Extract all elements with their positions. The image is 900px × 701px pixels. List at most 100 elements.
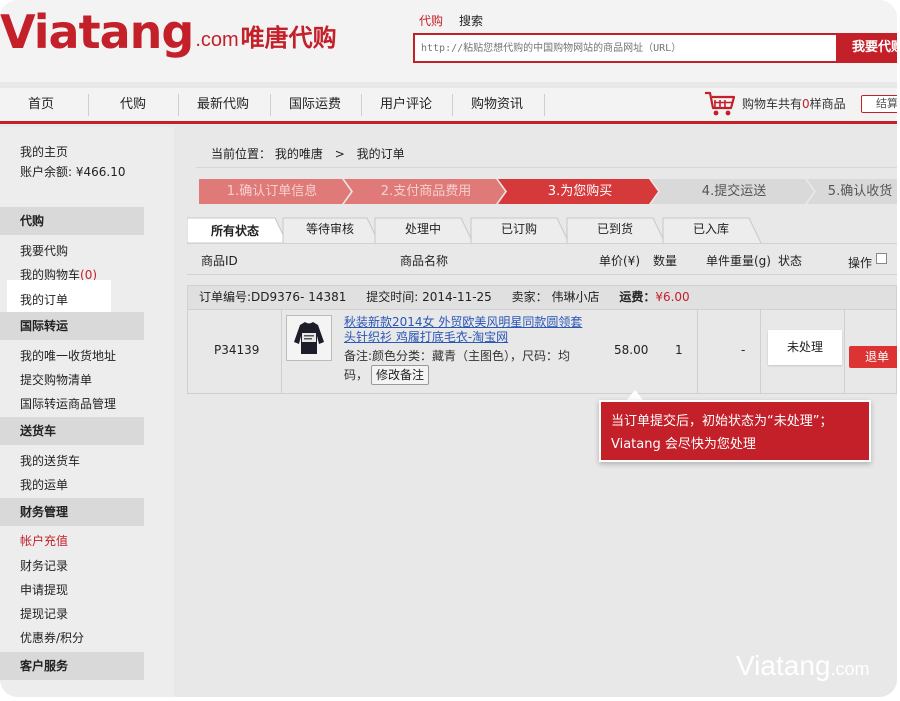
edit-note-button[interactable]: 修改备注 <box>371 365 430 385</box>
unit-weight: - <box>741 343 746 357</box>
logo-chinese-name: 唯唐代购 <box>240 24 337 52</box>
url-input[interactable] <box>415 35 836 61</box>
breadcrumb-item[interactable]: 我的唯唐 <box>275 147 323 161</box>
nav-divider <box>544 94 545 116</box>
shipping-fee: ¥6.00 <box>655 290 690 304</box>
step-pay: 2.支付商品费用 <box>380 184 472 199</box>
sidebar-item-my-waybills[interactable]: 我的运单 <box>20 476 68 493</box>
nav-item-shipping[interactable]: 国际运费 <box>282 88 348 121</box>
product-title-link[interactable]: 秋装新款2014女 外贸欧美风明星同款圆领套头针织衫 鸡履打底毛衣-淘宝网 <box>344 315 584 345</box>
watermark-logo: Viatang.com <box>736 650 869 682</box>
search-mode-tabs: 代购 搜索 <box>419 12 483 29</box>
cart-suffix: 样商品 <box>809 97 846 111</box>
search-tab-search[interactable]: 搜索 <box>459 12 483 29</box>
callout-line-1: 当订单提交后，初始状态为“未处理”； <box>611 414 833 429</box>
nav-item-reviews[interactable]: 用户评论 <box>373 88 439 121</box>
nav-item-news[interactable]: 购物资讯 <box>464 88 530 121</box>
nav-item-daigou[interactable]: 代购 <box>104 88 162 121</box>
sidebar-item-want-daigou[interactable]: 我要代购 <box>20 242 68 259</box>
breadcrumb-separator: > <box>334 147 345 161</box>
sidebar-section-daigou: 代购 <box>0 207 144 235</box>
site-header: Viatang .com 唯唐代购 代购 搜索 我要代购 <box>0 0 897 82</box>
sidebar-item-coupons[interactable]: 优惠券/积分 <box>20 629 84 646</box>
sidebar-section-delivery-cart: 送货车 <box>0 417 144 445</box>
sidebar-section-finance: 财务管理 <box>0 498 144 526</box>
step-confirm-receipt: 5.确认收货 <box>827 184 893 199</box>
sidebar-item-withdraw[interactable]: 申请提现 <box>20 581 68 598</box>
breadcrumb: 当前位置： 我的唯唐 > 我的订单 <box>211 145 405 162</box>
divider <box>196 167 897 168</box>
search-tab-daigou[interactable]: 代购 <box>419 12 443 29</box>
sidebar-item-forwarding-goods[interactable]: 国际转运商品管理 <box>20 395 116 412</box>
watermark-main: Viatang <box>736 650 831 681</box>
breadcrumb-item: 我的订单 <box>356 147 405 161</box>
app-window: Viatang .com 唯唐代购 代购 搜索 我要代购 首页 代购 最新代购 … <box>0 0 897 697</box>
tab-in-warehouse[interactable]: 已入库 <box>663 217 759 243</box>
sidebar-item-my-delivery-cart[interactable]: 我的送货车 <box>20 452 80 469</box>
sidebar-item-my-orders[interactable]: 我的订单 <box>20 291 68 308</box>
col-status: 状态 <box>778 254 803 268</box>
tab-arrived[interactable]: 已到货 <box>567 217 663 243</box>
nav-item-home[interactable]: 首页 <box>10 88 72 121</box>
tab-processing[interactable]: 处理中 <box>375 217 471 243</box>
sweater-image-icon <box>287 316 331 360</box>
cell-divider <box>844 310 845 393</box>
logo-wordmark: Viatang <box>0 5 194 59</box>
nav-item-latest[interactable]: 最新代购 <box>190 88 256 121</box>
cancel-order-button[interactable]: 退单 <box>849 346 897 368</box>
account-balance: 账户余额: ¥466.10 <box>20 165 126 179</box>
cart-summary[interactable]: 购物车共有0样商品 <box>742 88 846 120</box>
tab-pending-review[interactable]: 等待审核 <box>283 217 377 243</box>
site-logo[interactable]: Viatang .com 唯唐代购 <box>0 2 337 62</box>
sidebar-item-recharge[interactable]: 帐户充值 <box>20 532 68 549</box>
nav-divider <box>88 94 89 116</box>
product-note: 备注:颜色分类：藏青（主图色），尺码：均码， 修改备注 <box>344 348 584 385</box>
col-action: 操作 <box>848 256 873 270</box>
sidebar-item-withdraw-records[interactable]: 提现记录 <box>20 605 68 622</box>
checkout-button[interactable]: 结算 <box>861 95 897 113</box>
tab-ordered[interactable]: 已订购 <box>471 217 567 243</box>
col-product-name: 商品名称 <box>400 254 449 268</box>
tab-all-status[interactable]: 所有状态 <box>187 217 283 243</box>
order-submit-time: 提交时间: 2014-11-25 <box>366 290 492 304</box>
sidebar-my-home[interactable]: 我的主页 <box>20 143 68 160</box>
col-weight: 单件重量(g) <box>706 254 771 268</box>
col-unit-price: 单价(¥) <box>599 254 640 268</box>
sidebar-section-forwarding: 国际转运 <box>0 312 144 340</box>
order-number: 订单编号:DD9376- 14381 <box>199 290 347 304</box>
col-quantity: 数量 <box>653 254 678 268</box>
callout-line-2: Viatang 会尽快为您处理 <box>611 437 756 452</box>
sidebar-item-finance-records[interactable]: 财务记录 <box>20 557 68 574</box>
nav-divider <box>178 94 179 116</box>
step-purchase: 3.为您购买 <box>547 184 613 199</box>
shopping-cart-icon[interactable] <box>704 90 736 118</box>
step-submit-shipping: 4.提交运送 <box>701 184 767 199</box>
daigou-submit-button[interactable]: 我要代购 <box>838 33 897 63</box>
unit-price: 58.00 <box>614 343 649 357</box>
orders-panel: 当前位置： 我的唯唐 > 我的订单 1.确认订单信息 2.支付商品费用 3.为您… <box>174 127 897 697</box>
order-seller: 卖家： 伟琳小店 <box>511 290 600 304</box>
nav-divider <box>452 94 453 116</box>
search-box <box>413 33 838 63</box>
col-product-id: 商品ID <box>201 254 238 268</box>
main-nav: 首页 代购 最新代购 国际运费 用户评论 购物资讯 购物车共有0样商品 结算 <box>0 88 897 124</box>
shipping-label: 运费： <box>619 290 656 304</box>
product-thumbnail[interactable] <box>286 315 332 361</box>
orders-table-header: 商品ID 商品名称 单价(¥) 数量 单件重量(g) 状态 操作 <box>187 243 897 275</box>
status-badge: 未处理 <box>768 330 842 365</box>
order-status-tabs: 所有状态 等待审核 处理中 已订购 已到货 已入库 <box>187 217 897 243</box>
step-confirm-order: 1.确认订单信息 <box>226 184 318 199</box>
cell-divider <box>281 310 282 393</box>
cart-prefix: 购物车共有 <box>742 97 803 111</box>
sidebar-section-customer-service[interactable]: 客户服务 <box>0 652 144 680</box>
nav-divider <box>361 94 362 116</box>
order-summary-bar: 订单编号:DD9376- 14381 提交时间: 2014-11-25 卖家： … <box>187 285 897 310</box>
table-row: P34139 秋装新款2014女 外贸欧美风明星同款圆领套头针织衫 鸡履打底毛衣… <box>187 310 897 394</box>
watermark-suffix: .com <box>830 659 870 679</box>
sidebar-item-receiving-address[interactable]: 我的唯一收货地址 <box>20 347 116 364</box>
account-sidebar: 我的主页 账户余额: ¥466.10 代购 我要代购 我的购物车(0) 我的订单… <box>0 127 174 697</box>
select-all-checkbox[interactable] <box>876 253 887 264</box>
sidebar-item-submit-list[interactable]: 提交购物清单 <box>20 371 92 388</box>
nav-divider <box>270 94 271 116</box>
logo-domain: .com <box>195 29 239 51</box>
